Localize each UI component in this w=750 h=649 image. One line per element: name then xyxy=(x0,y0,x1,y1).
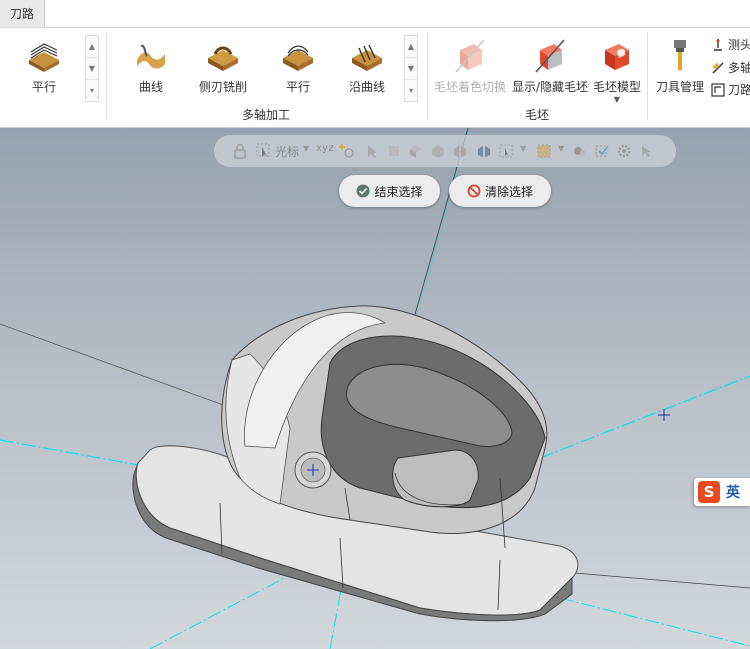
ime-language-label: 英 xyxy=(726,485,740,501)
probe-item[interactable]: 测头 xyxy=(711,36,750,53)
blank-shading-label: 毛坯着色切换 xyxy=(434,80,507,94)
pointer-icon[interactable] xyxy=(364,143,380,159)
blank-model-label: 毛坯模型 xyxy=(593,80,642,94)
ribbon-gallery-scroller-left[interactable]: ▲ ▼ ▾ xyxy=(85,35,99,102)
scroll-down-icon[interactable]: ▼ xyxy=(86,58,98,80)
chevron-down-icon[interactable]: ▼ xyxy=(303,144,309,153)
ribbon: 平行 ▲ ▼ ▾ 曲线 侧刃铣削 平行 沿曲线 ▲ ▼ ▾ 多轴加工 毛坯着色切… xyxy=(0,28,750,128)
undo-selection-icon[interactable] xyxy=(638,143,654,159)
viewport-toolbar: 光标 ▼ xyz ▼ ▼ xyxy=(214,135,676,167)
side-milling-label: 侧刃铣削 xyxy=(199,80,248,94)
curve-label: 曲线 xyxy=(138,80,163,94)
ribbon-gallery-scroller-multiaxis[interactable]: ▲ ▼ ▾ xyxy=(404,35,418,102)
multiaxis-icon xyxy=(712,62,724,73)
expand-gallery-icon[interactable]: ▾ xyxy=(86,80,98,101)
group-separator xyxy=(106,32,107,120)
curve-button[interactable]: 曲线 xyxy=(133,38,169,95)
prohibit-icon xyxy=(467,184,481,198)
select-face-icon[interactable] xyxy=(408,143,424,159)
section-view-icon[interactable] xyxy=(476,143,492,159)
ime-indicator[interactable]: S 英 xyxy=(694,478,750,506)
multiaxis-item[interactable]: 多轴 xyxy=(711,59,750,76)
chevron-down-icon[interactable]: ▼ xyxy=(614,95,620,104)
multiaxis-group-label: 多轴加工 xyxy=(241,108,290,122)
parallel-label-left: 平行 xyxy=(31,80,56,94)
tool-management-button[interactable]: 刀具管理 xyxy=(656,38,704,95)
scroll-up-icon[interactable]: ▲ xyxy=(405,36,417,58)
3d-viewport[interactable]: 光标 ▼ xyz ▼ ▼ 结束选择 清除选择 S 英 xyxy=(0,128,750,649)
tab-toolpath[interactable]: 刀路 xyxy=(0,0,45,27)
parallel-multiaxis-icon xyxy=(283,45,313,71)
window-select-icon[interactable] xyxy=(536,143,552,159)
show-hide-blank-icon xyxy=(535,39,565,73)
blank-model-icon xyxy=(605,44,629,70)
expand-gallery-icon[interactable]: ▾ xyxy=(405,80,417,101)
probe-label: 测头 xyxy=(728,38,750,52)
group-separator xyxy=(427,32,428,120)
parallel-toolpath-icon xyxy=(29,43,59,72)
finish-selection-button[interactable]: 结束选择 xyxy=(339,175,440,207)
select-cursor-icon[interactable] xyxy=(256,143,272,159)
chevron-down-icon[interactable]: ▼ xyxy=(520,144,526,153)
scroll-down-icon[interactable]: ▼ xyxy=(405,58,417,80)
parallel-button-left[interactable]: 平行 xyxy=(26,38,62,95)
gear-select-icon[interactable] xyxy=(616,143,632,159)
group-separator xyxy=(647,32,648,120)
add-point-icon[interactable] xyxy=(339,143,355,159)
blank-model-button[interactable]: 毛坯模型 ▼ xyxy=(593,38,641,104)
select-body-icon[interactable] xyxy=(386,143,402,159)
select-chain-icon[interactable] xyxy=(498,143,514,159)
toolpath-label: 刀路 xyxy=(728,83,750,97)
lock-icon[interactable] xyxy=(232,143,248,159)
tool-management-icon xyxy=(674,40,686,70)
xyz-coordinate-icon[interactable]: xyz xyxy=(316,143,334,154)
vision-filter-icon[interactable] xyxy=(572,143,588,159)
blank-shading-toggle-button[interactable]: 毛坯着色切换 xyxy=(434,38,506,95)
select-shell-icon[interactable] xyxy=(452,143,468,159)
along-curve-button[interactable]: 沿曲线 xyxy=(349,38,385,95)
chevron-down-icon[interactable]: ▼ xyxy=(558,144,564,153)
along-curve-icon xyxy=(352,44,382,71)
cursor-mode-label[interactable]: 光标 xyxy=(275,143,299,160)
show-hide-blank-label: 显示/隐藏毛坯 xyxy=(512,80,589,94)
scroll-up-icon[interactable]: ▲ xyxy=(86,36,98,58)
parallel-label: 平行 xyxy=(285,80,310,94)
toolpath-item[interactable]: 刀路 xyxy=(711,81,750,98)
ribbon-tab-bar: 刀路 xyxy=(0,0,750,28)
select-solid-icon[interactable] xyxy=(430,143,446,159)
tool-management-label: 刀具管理 xyxy=(656,80,705,94)
toolpath-icon xyxy=(711,82,725,97)
clear-selection-label: 清除选择 xyxy=(484,184,533,199)
multiaxis-label: 多轴 xyxy=(728,61,750,75)
side-milling-icon xyxy=(208,46,238,71)
parallel-button[interactable]: 平行 xyxy=(280,38,316,95)
sogou-logo-icon: S xyxy=(698,481,720,503)
along-curve-label: 沿曲线 xyxy=(349,80,386,94)
finish-selection-label: 结束选择 xyxy=(374,184,423,199)
blank-group-label: 毛坯 xyxy=(524,108,549,122)
side-milling-button[interactable]: 侧刃铣削 xyxy=(199,38,247,95)
blank-shading-icon xyxy=(455,39,485,73)
check-circle-icon xyxy=(356,184,370,198)
probe-icon xyxy=(714,38,722,51)
show-hide-blank-button[interactable]: 显示/隐藏毛坯 xyxy=(512,38,588,95)
curve-toolpath-icon xyxy=(137,44,165,69)
verify-selection-icon[interactable] xyxy=(594,143,610,159)
clear-selection-button[interactable]: 清除选择 xyxy=(449,175,551,207)
